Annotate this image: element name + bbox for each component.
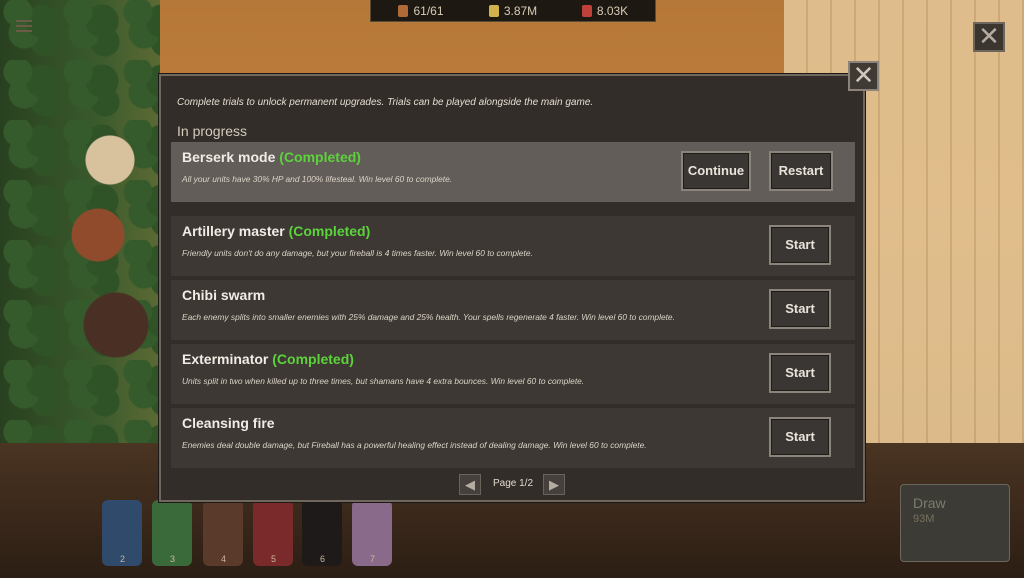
trial-name: Berserk mode [182, 149, 276, 165]
trial-title: Cleansing fire [182, 415, 275, 431]
village-buildings [50, 100, 170, 400]
dialog-intro: Complete trials to unlock permanent upgr… [177, 97, 594, 108]
unit-count: 61/61 [413, 3, 444, 18]
dialog-close-button[interactable]: ✕ [848, 61, 879, 91]
unit-slot-number: 7 [370, 554, 376, 564]
close-icon: ✕ [852, 60, 875, 90]
trial-status: (Completed) [288, 223, 371, 239]
trial-name: Artillery master [182, 223, 285, 239]
trial-row: Berserk mode (Completed) All your units … [171, 142, 855, 202]
unit-count-icon [398, 4, 409, 17]
screen-close-button[interactable]: ✕ [973, 22, 1005, 52]
trial-name: Cleansing fire [182, 415, 275, 431]
unit-slot[interactable]: 5 [253, 500, 293, 566]
draw-label: Draw [913, 495, 946, 511]
gold-icon [488, 4, 499, 17]
trial-title: Berserk mode (Completed) [182, 149, 361, 165]
trial-row: Cleansing fire Enemies deal double damag… [171, 408, 855, 468]
gem-icon [581, 4, 592, 17]
trial-row: Exterminator (Completed) Units split in … [171, 344, 855, 404]
trial-description: Friendly units don't do any damage, but … [182, 248, 533, 258]
unit-slot-number: 6 [320, 554, 326, 564]
trial-status: (Completed) [279, 149, 361, 165]
close-icon: ✕ [978, 21, 1000, 51]
continue-button[interactable]: Continue [681, 151, 751, 191]
draw-card-button[interactable]: Draw 93M [900, 484, 1010, 562]
trial-row: Artillery master (Completed) Friendly un… [171, 216, 855, 276]
pagination: ◀ Page 1/2 ▶ [161, 474, 863, 496]
unit-slot[interactable]: 6 [302, 500, 342, 566]
section-title: In progress [177, 123, 248, 139]
prev-page-button[interactable]: ◀ [459, 474, 481, 495]
trial-name: Exterminator [182, 351, 269, 367]
trial-title: Chibi swarm [182, 287, 265, 303]
start-button[interactable]: Start [769, 353, 831, 393]
menu-icon[interactable] [16, 20, 32, 34]
trial-status: (Completed) [272, 351, 354, 367]
gem-amount: 8.03K [596, 3, 629, 18]
prev-page-icon: ◀ [465, 477, 475, 492]
trial-row: Chibi swarm Each enemy splits into small… [171, 280, 855, 340]
start-button[interactable]: Start [769, 225, 831, 265]
unit-slot[interactable]: 7 [352, 500, 392, 566]
unit-slot-number: 5 [271, 554, 277, 564]
trial-title: Artillery master (Completed) [182, 223, 370, 239]
draw-cost: 93M [913, 513, 935, 525]
trials-dialog: Complete trials to unlock permanent upgr… [159, 74, 865, 502]
page-label: Page 1/2 [492, 478, 534, 489]
trial-name: Chibi swarm [182, 287, 266, 303]
start-button[interactable]: Start [769, 417, 831, 457]
unit-slot[interactable]: 2 [102, 500, 142, 566]
next-page-button[interactable]: ▶ [543, 474, 565, 495]
restart-button[interactable]: Restart [769, 151, 833, 191]
unit-slot-number: 2 [120, 554, 126, 564]
start-button[interactable]: Start [769, 289, 831, 329]
next-page-icon: ▶ [549, 477, 559, 492]
trial-description: Each enemy splits into smaller enemies w… [182, 312, 675, 322]
gold-amount: 3.87M [503, 3, 538, 18]
unit-slot-number: 3 [170, 554, 176, 564]
unit-slot[interactable]: 3 [152, 500, 192, 566]
trial-description: Enemies deal double damage, but Fireball… [182, 440, 647, 450]
trial-description: All your units have 30% HP and 100% life… [182, 174, 453, 184]
trial-description: Units split in two when killed up to thr… [182, 376, 585, 386]
unit-slot-number: 4 [221, 554, 227, 564]
resource-hud: 61/61 3.87M 8.03K [370, 0, 656, 22]
trial-title: Exterminator (Completed) [182, 351, 354, 367]
unit-slot[interactable]: 4 [203, 500, 243, 566]
